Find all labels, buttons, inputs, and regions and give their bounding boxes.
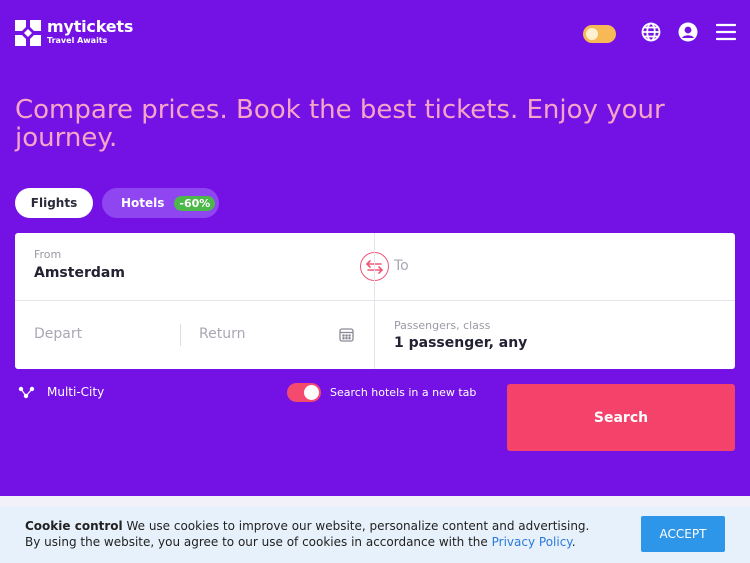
- tab-flights[interactable]: Flights: [15, 188, 93, 218]
- to-placeholder: To: [394, 258, 409, 274]
- search-button-label: Search: [593, 409, 649, 426]
- cookie-line2: By using the website, you agree to our u…: [25, 535, 488, 549]
- privacy-policy-link[interactable]: Privacy Policy: [492, 535, 572, 549]
- passengers-field[interactable]: Passengers, class 1 passenger, any: [375, 301, 735, 369]
- menu-icon[interactable]: [715, 23, 737, 45]
- passengers-label: Passengers, class: [394, 319, 491, 332]
- cookie-suffix: .: [571, 535, 576, 549]
- account-icon[interactable]: [678, 22, 698, 46]
- tab-hotels-label: Hotels: [121, 196, 165, 210]
- search-form: From Amsterdam To Depart Return Passenge…: [15, 233, 735, 369]
- from-label: From: [34, 248, 62, 261]
- accept-cookies-button[interactable]: ACCEPT: [641, 516, 725, 552]
- cookie-banner: Cookie control We use cookies to improve…: [0, 506, 750, 563]
- from-field[interactable]: From Amsterdam: [15, 233, 374, 300]
- search-tabs: Flights Hotels -60%: [15, 188, 219, 218]
- return-placeholder: Return: [199, 326, 246, 342]
- cookie-message: Cookie control We use cookies to improve…: [25, 518, 625, 550]
- to-field[interactable]: To: [375, 233, 735, 300]
- discount-badge: -60%: [174, 195, 216, 211]
- header: mytickets Travel Awaits: [0, 0, 750, 66]
- depart-placeholder: Depart: [34, 326, 83, 342]
- accept-label: ACCEPT: [659, 527, 707, 541]
- brand-name: mytickets: [47, 17, 134, 36]
- multi-city-link[interactable]: Multi-City: [18, 385, 104, 399]
- passengers-value: 1 passenger, any: [394, 335, 528, 351]
- hero-headline: Compare prices. Book the best tickets. E…: [15, 95, 665, 153]
- calendar-icon: [339, 327, 354, 346]
- logo[interactable]: mytickets Travel Awaits: [15, 19, 133, 46]
- hotels-new-tab-option: Search hotels in a new tab: [287, 383, 476, 402]
- depart-field[interactable]: Depart: [15, 301, 180, 369]
- search-button[interactable]: Search: [507, 384, 735, 451]
- theme-toggle[interactable]: [583, 25, 616, 43]
- return-field[interactable]: Return: [181, 301, 374, 369]
- from-value: Amsterdam: [34, 265, 125, 281]
- tab-flights-label: Flights: [30, 196, 78, 210]
- route-icon: [18, 386, 35, 399]
- hotels-new-tab-switch[interactable]: [287, 383, 321, 402]
- sun-icon: [586, 28, 598, 40]
- globe-icon[interactable]: [641, 22, 661, 46]
- multi-city-label: Multi-City: [47, 385, 105, 399]
- brand-tagline: Travel Awaits: [47, 36, 108, 45]
- cookie-line1: We use cookies to improve our website, p…: [126, 519, 590, 533]
- tab-hotels[interactable]: Hotels -60%: [102, 188, 219, 218]
- logo-mark-icon: [15, 19, 41, 46]
- hotels-new-tab-label: Search hotels in a new tab: [330, 386, 477, 399]
- cookie-title: Cookie control: [25, 519, 123, 533]
